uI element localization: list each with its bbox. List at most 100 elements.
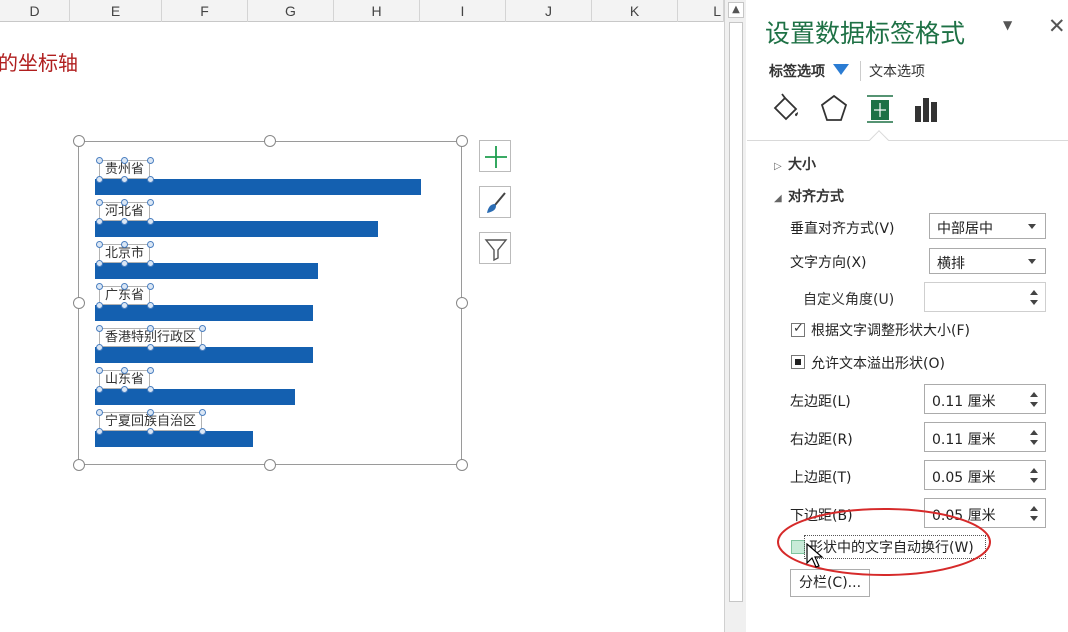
effects-tab[interactable]	[817, 92, 851, 126]
section-alignment[interactable]: ◢ 对齐方式	[774, 186, 844, 206]
data-label-handle[interactable]	[95, 217, 103, 225]
overflow-label[interactable]: 允许文本溢出形状(O)	[811, 353, 945, 373]
data-label-handle[interactable]	[121, 259, 128, 267]
column-header-l[interactable]: L	[678, 0, 724, 22]
spin-up-icon[interactable]	[1030, 468, 1038, 473]
custom-angle-spinner[interactable]	[924, 282, 1046, 312]
data-label-handle[interactable]	[95, 259, 103, 267]
chart-resize-handle-tl[interactable]	[73, 135, 85, 147]
data-label-handle[interactable]	[121, 385, 128, 393]
data-label-handle[interactable]	[198, 343, 206, 351]
tab-label-options[interactable]: 标签选项	[769, 61, 825, 81]
data-label-handle[interactable]	[146, 366, 154, 374]
data-label-handle[interactable]	[95, 366, 103, 374]
chart-resize-handle-br[interactable]	[456, 459, 468, 471]
bar-1[interactable]	[95, 179, 421, 195]
data-label-handle[interactable]	[121, 301, 128, 309]
scroll-up-icon[interactable]: ▲	[728, 2, 744, 18]
data-label-handle[interactable]	[121, 156, 128, 164]
column-header-g[interactable]: G	[248, 0, 334, 22]
data-label-handle[interactable]	[95, 385, 103, 393]
data-label-handle[interactable]	[121, 282, 128, 290]
data-label-handle[interactable]	[95, 324, 103, 332]
vertical-scrollbar[interactable]: ▲	[724, 0, 746, 632]
spin-up-icon[interactable]	[1030, 506, 1038, 511]
bar-2[interactable]	[95, 221, 378, 237]
spin-down-icon[interactable]	[1030, 402, 1038, 407]
column-header-h[interactable]: H	[334, 0, 420, 22]
spin-down-icon[interactable]	[1030, 516, 1038, 521]
vertical-align-select[interactable]: 中部居中	[929, 213, 1046, 239]
data-label-handle[interactable]	[121, 217, 128, 225]
chart-resize-handle-l[interactable]	[73, 297, 85, 309]
spin-up-icon[interactable]	[1030, 290, 1038, 295]
data-label-handle[interactable]	[146, 175, 154, 183]
data-label-handle[interactable]	[95, 343, 103, 351]
column-header-j[interactable]: J	[506, 0, 592, 22]
chart-resize-handle-r[interactable]	[456, 297, 468, 309]
column-header-d[interactable]: D	[0, 0, 70, 22]
chart-elements-button[interactable]	[479, 140, 511, 172]
spin-down-icon[interactable]	[1030, 440, 1038, 445]
column-header-k[interactable]: K	[592, 0, 678, 22]
data-label-handle[interactable]	[147, 427, 154, 435]
data-label-handle[interactable]	[146, 282, 154, 290]
spin-down-icon[interactable]	[1030, 478, 1038, 483]
spin-down-icon[interactable]	[1030, 300, 1038, 305]
pane-options-dropdown-icon[interactable]: ▼	[1003, 18, 1012, 32]
data-label-handle[interactable]	[95, 198, 103, 206]
bar-3[interactable]	[95, 263, 318, 279]
data-label-handle[interactable]	[95, 240, 103, 248]
data-label-handle[interactable]	[121, 366, 128, 374]
data-label-handle[interactable]	[198, 427, 206, 435]
text-direction-select[interactable]: 横排	[929, 248, 1046, 274]
left-margin-value[interactable]: 0.11 厘米	[932, 391, 996, 411]
chart-plot-area[interactable]: 贵州省 河北省 北京市 广东省 香港特别行政区 山东省 宁夏回族自治区	[95, 150, 435, 450]
data-label-handle[interactable]	[198, 324, 206, 332]
close-icon[interactable]: ✕	[1048, 14, 1066, 38]
resize-shape-label[interactable]: 根据文字调整形状大小(F)	[811, 320, 970, 340]
data-label-handle[interactable]	[95, 301, 103, 309]
data-label-handle[interactable]	[147, 343, 154, 351]
data-label-handle[interactable]	[146, 240, 154, 248]
column-header-f[interactable]: F	[162, 0, 248, 22]
fill-line-tab[interactable]	[769, 92, 803, 126]
data-label-handle[interactable]	[95, 156, 103, 164]
tab-text-options[interactable]: 文本选项	[860, 61, 925, 81]
chart-styles-button[interactable]	[479, 186, 511, 218]
data-label-handle[interactable]	[121, 198, 128, 206]
chart-resize-handle-bl[interactable]	[73, 459, 85, 471]
right-margin-value[interactable]: 0.11 厘米	[932, 429, 996, 449]
data-label-handle[interactable]	[121, 240, 128, 248]
data-label-handle[interactable]	[147, 324, 154, 332]
worksheet-area[interactable]: D E F G H I J K L 的坐标轴 贵州省 河北省 北京市 广东省 香港特别行…	[0, 0, 724, 632]
data-label-handle[interactable]	[95, 282, 103, 290]
data-label-handle[interactable]	[198, 408, 206, 416]
scrollbar-thumb[interactable]	[729, 22, 743, 602]
overflow-checkbox[interactable]	[791, 355, 805, 369]
resize-shape-checkbox[interactable]	[791, 321, 805, 337]
data-label-handle[interactable]	[95, 175, 103, 183]
column-header-i[interactable]: I	[420, 0, 506, 22]
bar-7[interactable]	[95, 431, 253, 447]
data-label-handle[interactable]	[121, 175, 128, 183]
spin-up-icon[interactable]	[1030, 430, 1038, 435]
sheet-title-text[interactable]: 的坐标轴	[0, 47, 78, 76]
data-label-handle[interactable]	[146, 156, 154, 164]
chart-resize-handle-t[interactable]	[264, 135, 276, 147]
section-size[interactable]: ▷ 大小	[774, 154, 816, 174]
data-label-handle[interactable]	[146, 385, 154, 393]
label-options-tab[interactable]	[911, 92, 945, 126]
data-label-handle[interactable]	[146, 198, 154, 206]
data-label-handle[interactable]	[146, 217, 154, 225]
top-margin-value[interactable]: 0.05 厘米	[932, 467, 996, 487]
data-label-handle[interactable]	[146, 259, 154, 267]
chart-filters-button[interactable]	[479, 232, 511, 264]
data-label-handle[interactable]	[146, 301, 154, 309]
data-label-handle[interactable]	[95, 408, 103, 416]
column-header-e[interactable]: E	[70, 0, 162, 22]
chart-resize-handle-b[interactable]	[264, 459, 276, 471]
top-margin-spinner[interactable]: 0.05 厘米	[924, 460, 1046, 490]
data-label-handle[interactable]	[95, 427, 103, 435]
left-margin-spinner[interactable]: 0.11 厘米	[924, 384, 1046, 414]
